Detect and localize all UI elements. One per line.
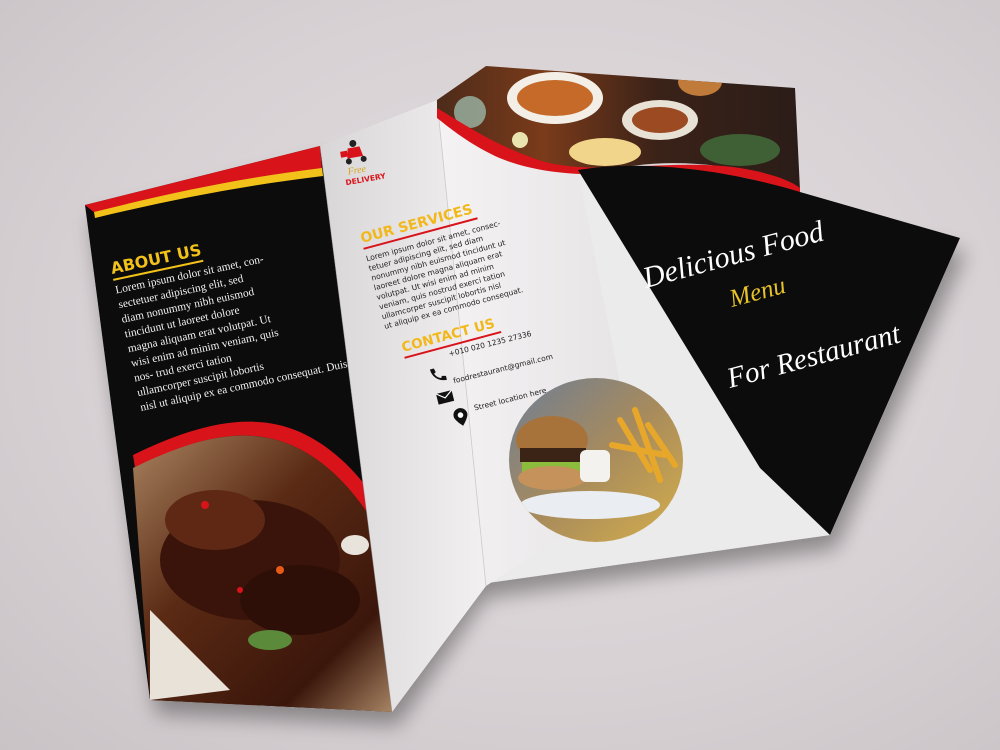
brochure-mockup: ABOUT US Lorem ipsum dolor sit amet, con…	[85, 66, 960, 713]
